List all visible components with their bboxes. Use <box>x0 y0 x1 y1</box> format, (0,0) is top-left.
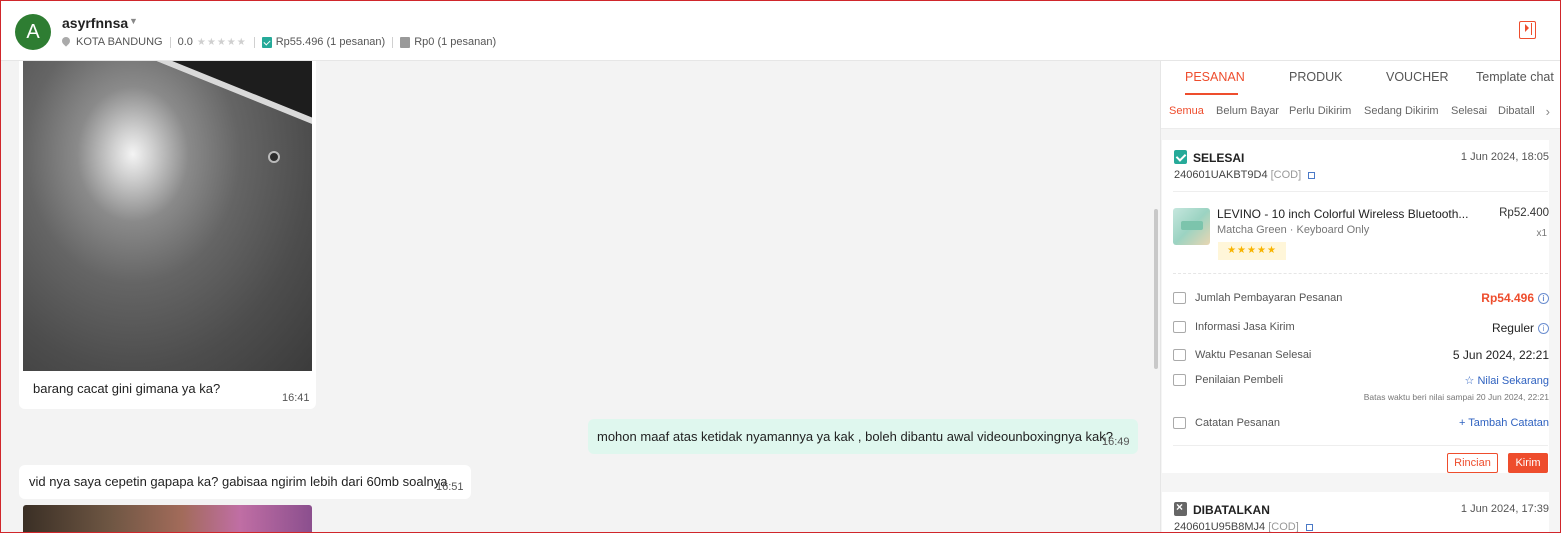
order-panel: PESANAN PRODUK VOUCHER Template chat Sem… <box>1160 61 1561 533</box>
filter-semua[interactable]: Semua <box>1169 105 1204 117</box>
unpaid-orders-icon <box>400 36 411 48</box>
divider <box>1173 445 1548 446</box>
rating-stars-icon: ★★★★★ <box>196 36 247 48</box>
filter-perlu-dikirim[interactable]: Perlu Dikirim <box>1289 105 1351 117</box>
product-price: Rp52.400 <box>1499 207 1549 219</box>
copy-icon[interactable] <box>1305 524 1313 531</box>
send-order-button[interactable]: Kirim <box>1508 453 1548 473</box>
add-note-link[interactable]: + Tambah Catatan <box>1459 417 1549 429</box>
order-cancelled-icon <box>1174 500 1187 516</box>
filter-selesai[interactable]: Selesai <box>1451 105 1487 117</box>
buyer-location: KOTA BANDUNG <box>76 36 163 48</box>
message-photo[interactable] <box>23 505 312 533</box>
photo-shape <box>127 61 312 147</box>
order-id: 240601UAKBT9D4 [COD] <box>1174 169 1316 181</box>
filter-belum-bayar[interactable]: Belum Bayar <box>1216 105 1279 117</box>
divider <box>169 36 171 48</box>
shipping-info-value: Reguler i <box>1492 321 1549 335</box>
rate-now-link[interactable]: ☆ Nilai Sekarang <box>1465 374 1549 387</box>
tab-produk[interactable]: PRODUK <box>1289 70 1342 84</box>
buyer-rating-label: Penilaian Pembeli <box>1195 374 1284 386</box>
unpaid-total: Rp0 <box>414 36 435 48</box>
truck-icon <box>1173 321 1186 333</box>
rating-deadline: Batas waktu beri nilai sampai 20 Jun 202… <box>1363 392 1549 402</box>
payment-total-label: Jumlah Pembayaran Pesanan <box>1195 292 1343 304</box>
paid-total: Rp55.496 <box>275 36 324 48</box>
message-text: vid nya saya cepetin gapapa ka? gabisaa … <box>29 474 448 489</box>
calendar-icon <box>1173 349 1186 361</box>
order-id-value: 240601U95B8MJ4 <box>1174 521 1266 533</box>
message-time: 16:49 <box>1102 436 1130 448</box>
message-time: 16:41 <box>282 392 310 404</box>
payment-total-amount: Rp54.496 <box>1481 291 1534 305</box>
payment-tag: [COD] <box>1270 169 1302 181</box>
order-date: 1 Jun 2024, 18:05 <box>1460 151 1549 163</box>
panel-tabs: PESANAN PRODUK VOUCHER Template chat <box>1161 61 1561 97</box>
location-pin-icon <box>60 35 72 47</box>
order-complete-icon <box>1174 150 1187 164</box>
photo-shape <box>268 151 280 163</box>
copy-icon[interactable] <box>1308 172 1316 179</box>
buyer-username[interactable]: asyrfnnsa <box>62 15 128 31</box>
product-thumbnail[interactable] <box>1173 208 1210 245</box>
product-variant: Matcha Green · Keyboard Only <box>1217 224 1370 236</box>
message-text: barang cacat gini gimana ya ka? <box>33 381 221 396</box>
chat-messages[interactable]: barang cacat gini gimana ya ka? 16:41 mo… <box>0 61 1160 533</box>
paid-count: (1 pesanan) <box>326 36 386 48</box>
avatar[interactable]: A <box>15 14 51 50</box>
chevron-right-icon[interactable]: › <box>1546 104 1550 119</box>
active-tab-indicator <box>1185 93 1238 95</box>
paid-orders-icon <box>261 36 272 48</box>
wallet-icon <box>1173 292 1186 304</box>
message-photo[interactable] <box>23 61 312 371</box>
buyer-meta: KOTA BANDUNG 0.0 ★★★★★ Rp55.496 (1 pesan… <box>60 35 497 48</box>
filter-sedang-dikirim[interactable]: Sedang Dikirim <box>1364 105 1439 117</box>
divider <box>1173 273 1548 274</box>
order-status-filter: Semua Belum Bayar Perlu Dikirim Sedang D… <box>1161 97 1561 129</box>
shipping-service: Reguler <box>1491 321 1534 335</box>
product-quantity: x1 <box>1536 228 1547 239</box>
message-text: mohon maaf atas ketidak nyamannya ya kak… <box>597 429 1113 444</box>
buyer-rating-value: 0.0 <box>177 36 193 48</box>
divider <box>1173 191 1548 192</box>
chat-header: A asyrfnnsa ▼ KOTA BANDUNG 0.0 ★★★★★ Rp5… <box>0 0 1561 61</box>
payment-tag: [COD] <box>1268 521 1299 533</box>
tab-pesanan[interactable]: PESANAN <box>1185 70 1245 84</box>
order-date: 1 Jun 2024, 17:39 <box>1460 503 1549 515</box>
shipping-info-label: Informasi Jasa Kirim <box>1195 321 1295 333</box>
order-note-label: Catatan Pesanan <box>1195 417 1281 429</box>
product-name[interactable]: LEVINO - 10 inch Colorful Wireless Bluet… <box>1217 207 1468 221</box>
completed-time-value: 5 Jun 2024, 22:21 <box>1452 348 1549 362</box>
payment-total-value: Rp54.496 i <box>1481 291 1549 305</box>
divider <box>253 36 255 48</box>
divider <box>392 36 394 48</box>
toggle-panel-icon[interactable] <box>1519 21 1536 39</box>
order-id: 240601U95B8MJ4 [COD] <box>1174 521 1313 533</box>
tab-voucher[interactable]: VOUCHER <box>1386 70 1449 84</box>
order-status: SELESAI <box>1193 151 1245 165</box>
chevron-down-icon[interactable]: ▼ <box>129 16 138 26</box>
tab-template-chat[interactable]: Template chat <box>1476 70 1554 84</box>
product-rating-stars-icon: ★★★★★ <box>1218 242 1286 260</box>
chat-scrollbar[interactable] <box>1154 209 1158 369</box>
order-id-value: 240601UAKBT9D4 <box>1174 169 1268 181</box>
info-icon[interactable]: i <box>1538 293 1549 304</box>
info-icon[interactable]: i <box>1538 323 1549 334</box>
completed-time-label: Waktu Pesanan Selesai <box>1195 349 1312 361</box>
message-time: 16:51 <box>436 481 464 493</box>
note-icon <box>1173 417 1186 429</box>
order-details-button[interactable]: Rincian <box>1447 453 1498 473</box>
order-status: DIBATALKAN <box>1193 503 1270 517</box>
unpaid-count: (1 pesanan) <box>437 36 497 48</box>
rating-icon <box>1173 374 1186 386</box>
